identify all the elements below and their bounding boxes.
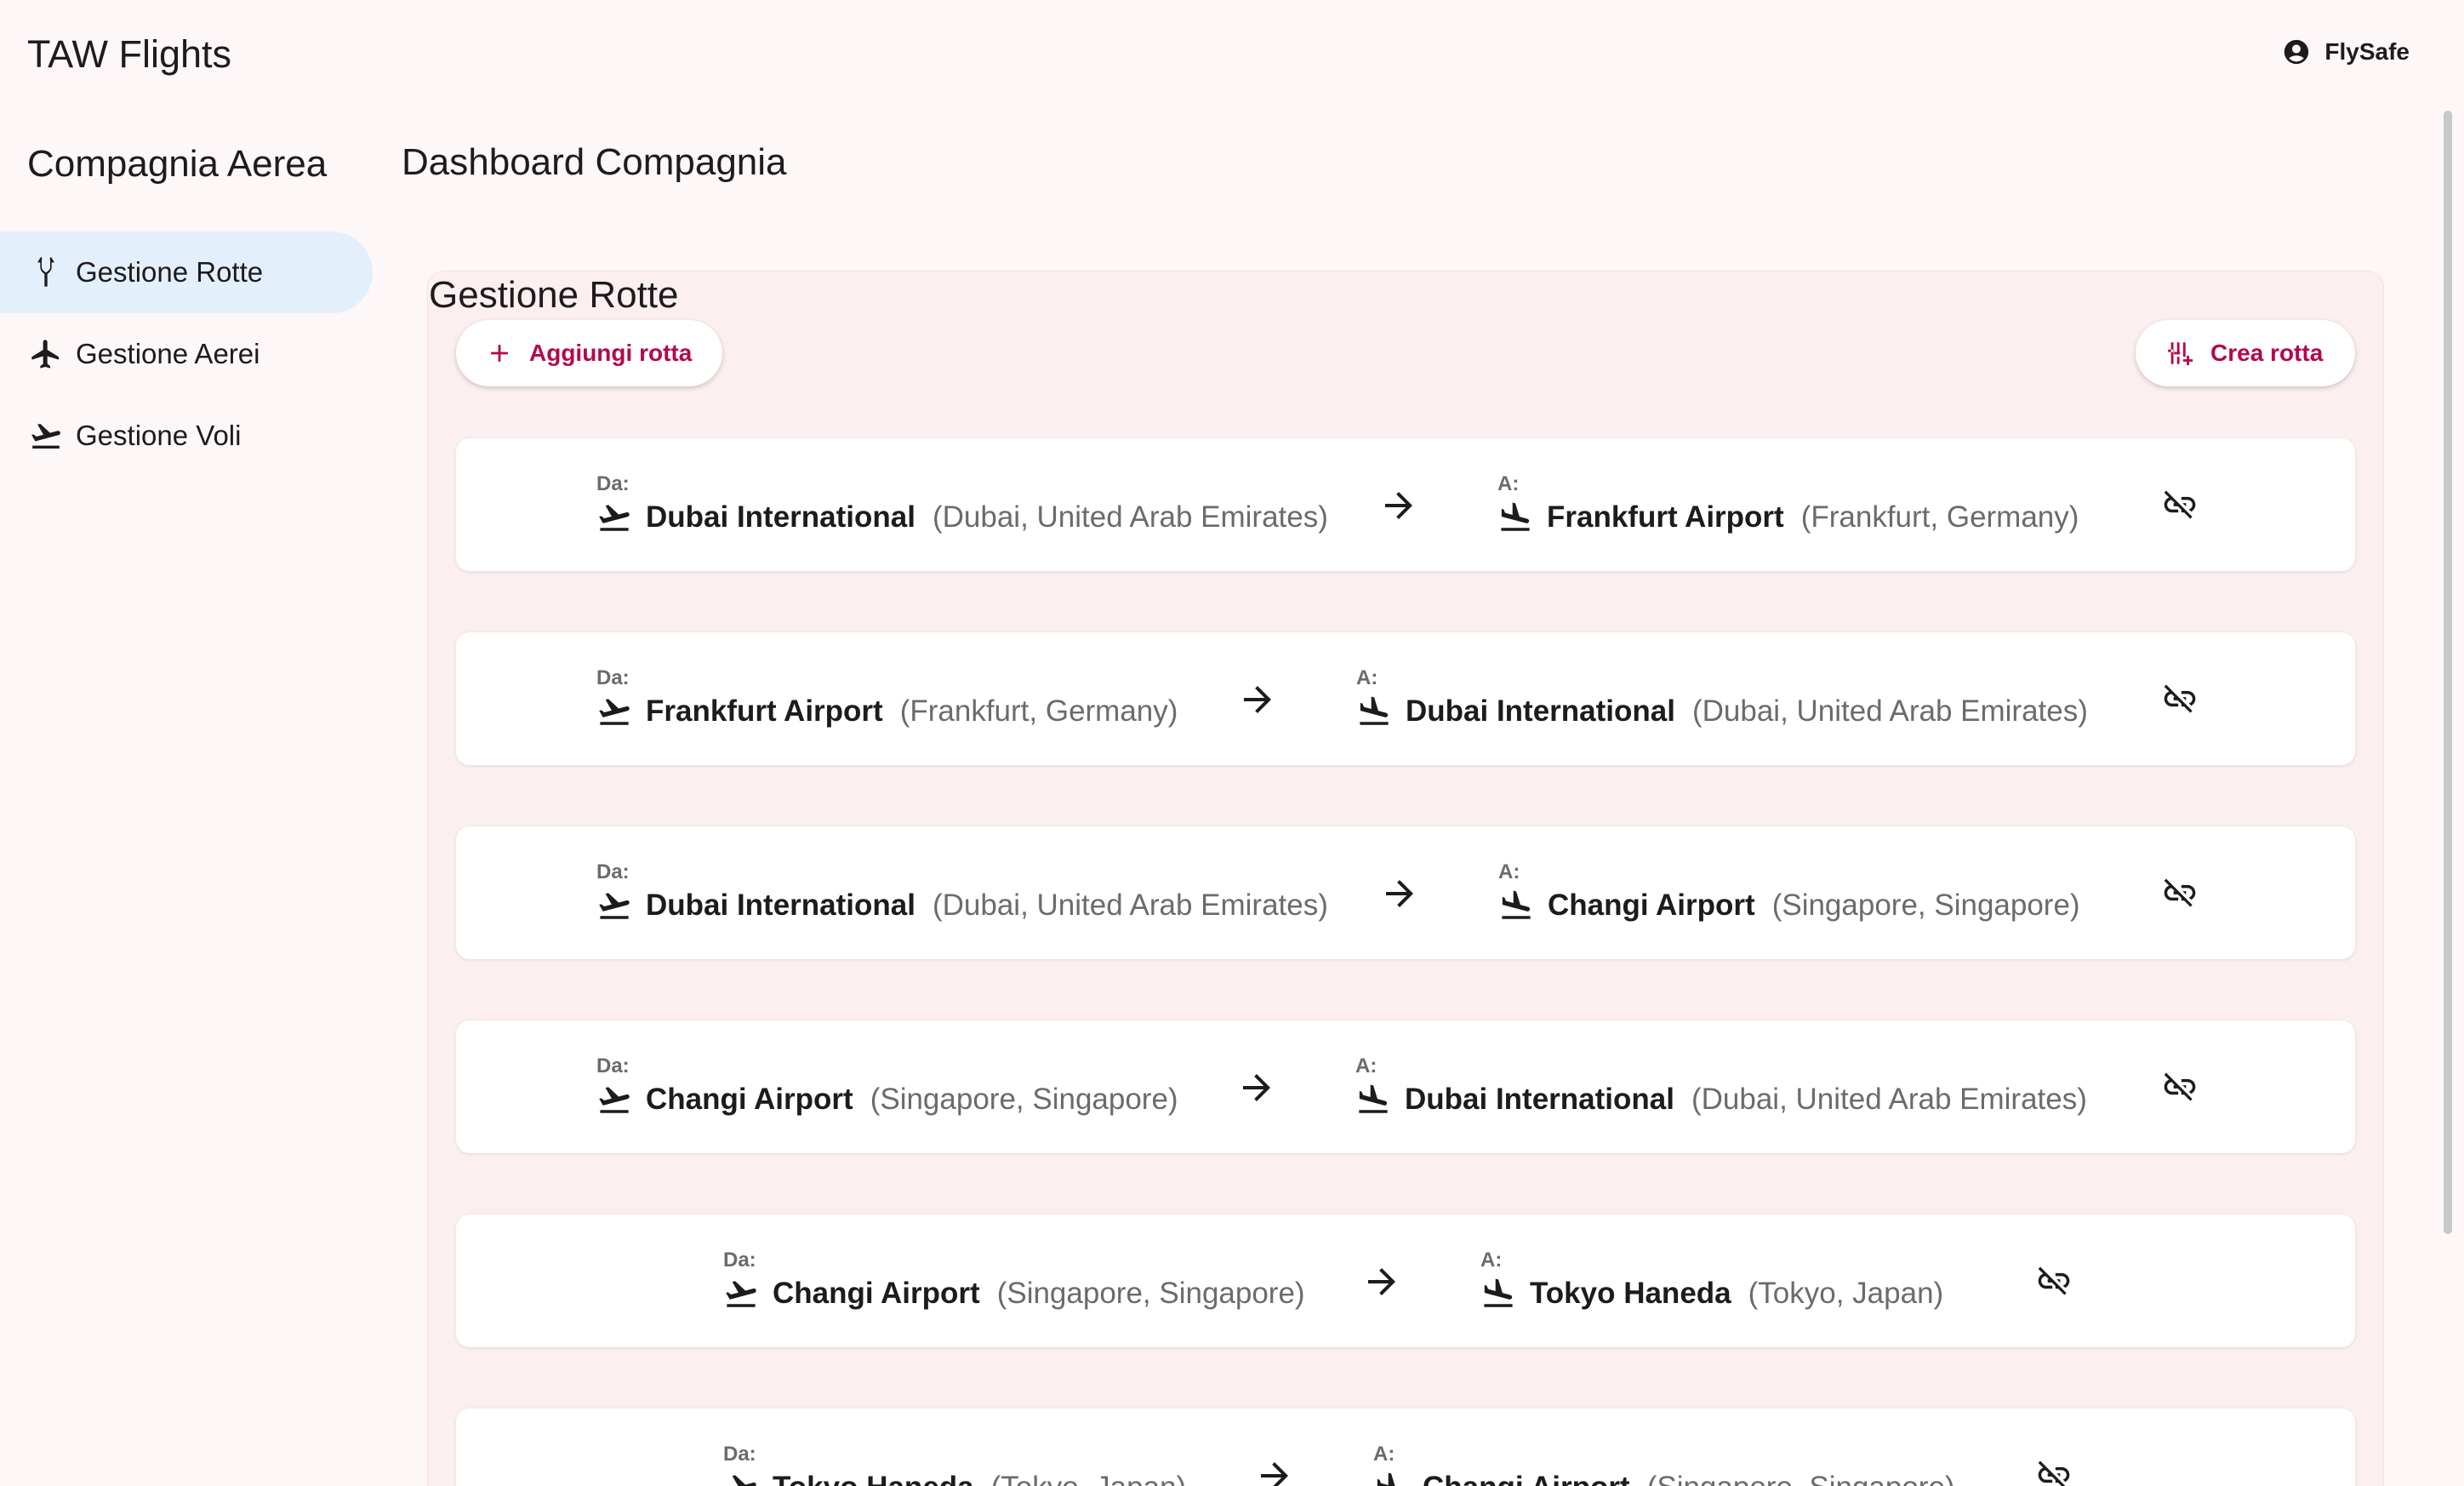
arrow-right-icon	[1368, 1268, 1395, 1295]
link-off-icon[interactable]	[2161, 680, 2199, 717]
flight-takeoff-icon	[599, 1087, 630, 1113]
arrow-right-icon	[1261, 1462, 1288, 1486]
flight-takeoff-icon	[732, 1475, 756, 1486]
to-airport-location: (Singapore, Singapore)	[1771, 889, 2080, 922]
app-title: TAW Flights	[27, 32, 232, 76]
link-off-icon[interactable]	[2035, 1262, 2073, 1300]
arrow-right-icon	[1243, 1074, 1270, 1101]
add-route-label: Aggiungi rotta	[529, 340, 693, 366]
to-airport-name: Changi Airport	[1548, 889, 1755, 922]
route-card: Da: Dubai International (Dubai, United A…	[456, 438, 2355, 571]
flight-land-icon	[1359, 1084, 1388, 1113]
sidebar-item-label: Gestione Rotte	[76, 256, 264, 288]
add-route-button[interactable]: Aggiungi rotta	[456, 320, 722, 386]
flight-takeoff-icon	[599, 505, 630, 531]
to-label: A:	[1373, 1443, 1395, 1466]
to-airport-location: (Dubai, United Arab Emirates)	[1691, 694, 2088, 728]
to-airport-name: Changi Airport	[1423, 1471, 1630, 1486]
from-label: Da:	[596, 1054, 630, 1077]
arrow-right-icon	[1244, 686, 1271, 713]
sidebar-item-label: Gestione Voli	[76, 420, 242, 451]
flight-land-icon	[1484, 1278, 1513, 1307]
to-airport-name: Dubai International	[1405, 1083, 1674, 1116]
create-route-button[interactable]: Crea rotta	[2136, 320, 2355, 386]
route-card: Da: Changi Airport (Singapore, Singapore…	[456, 1020, 2355, 1153]
to-label: A:	[1480, 1249, 1503, 1272]
to-airport-name: Tokyo Haneda	[1530, 1277, 1731, 1310]
from-label: Da:	[596, 860, 630, 883]
link-off-icon[interactable]	[2161, 486, 2199, 523]
from-airport-location: (Dubai, United Arab Emirates)	[932, 500, 1328, 534]
to-label: A:	[1355, 1054, 1377, 1077]
route-card: Da: Tokyo Haneda (Tokyo, Japan) A: Chang…	[456, 1409, 2355, 1486]
from-airport-name: Changi Airport	[773, 1277, 980, 1310]
plus-icon	[491, 345, 508, 362]
arrow-right-icon	[1386, 880, 1413, 907]
create-route-label: Crea rotta	[2210, 340, 2324, 366]
user-name: FlySafe	[2324, 38, 2410, 65]
page-title: Dashboard Compagnia	[402, 141, 787, 183]
flight-land-icon	[1501, 502, 1530, 531]
sidebar-item-gestione-voli[interactable]: Gestione Voli	[0, 395, 373, 477]
link-off-icon[interactable]	[2161, 874, 2199, 912]
top-bar: TAW Flights FlySafe	[0, 0, 2464, 107]
app-root: TAW Flights FlySafe Compagnia Aerea Gest…	[0, 0, 2464, 1486]
user-menu[interactable]: FlySafe	[2282, 37, 2410, 66]
from-airport-name: Dubai International	[646, 889, 915, 922]
link-off-icon[interactable]	[2161, 1068, 2199, 1106]
flight-land-icon	[1360, 696, 1389, 725]
sidebar-item-label: Gestione Aerei	[76, 338, 260, 369]
flight-takeoff-icon	[599, 699, 630, 725]
airplane-icon	[31, 340, 59, 369]
from-airport-name: Dubai International	[646, 500, 915, 534]
link-off-icon[interactable]	[2035, 1456, 2073, 1486]
to-airport-location: (Frankfurt, Germany)	[1800, 500, 2079, 534]
to-airport-location: (Tokyo, Japan)	[1748, 1277, 1944, 1310]
flight-land-icon	[1377, 1472, 1395, 1486]
to-label: A:	[1498, 860, 1520, 883]
from-airport-location: (Frankfurt, Germany)	[899, 694, 1178, 728]
route-card: Da: Frankfurt Airport (Frankfurt, German…	[456, 632, 2355, 765]
from-label: Da:	[596, 472, 630, 495]
from-airport-name: Changi Airport	[646, 1083, 853, 1116]
to-label: A:	[1356, 666, 1378, 689]
sidebar-item-gestione-aerei[interactable]: Gestione Aerei	[0, 313, 373, 395]
account-circle-icon	[2284, 39, 2309, 65]
from-label: Da:	[723, 1249, 756, 1272]
scrollbar-thumb[interactable]	[2444, 111, 2452, 1234]
to-airport-location: (Singapore, Singapore)	[1647, 1471, 1955, 1486]
to-airport-name: Dubai International	[1406, 694, 1675, 728]
from-airport-name: Frankfurt Airport	[646, 694, 883, 728]
to-label: A:	[1497, 472, 1520, 495]
flight-takeoff-icon	[599, 893, 630, 919]
from-airport-name: Tokyo Haneda	[773, 1471, 974, 1486]
from-airport-location: (Dubai, United Arab Emirates)	[932, 889, 1328, 922]
flight-takeoff-icon	[31, 423, 60, 449]
sidebar: Compagnia Aerea Gestione Rotte Gestione …	[0, 136, 383, 1486]
arrow-right-icon	[1385, 492, 1412, 519]
route-card: Da: Dubai International (Dubai, United A…	[456, 826, 2355, 959]
from-label: Da:	[723, 1443, 756, 1466]
flight-land-icon	[1502, 890, 1531, 919]
panel-title: Gestione Rotte	[429, 274, 679, 316]
tune-add-icon	[2168, 342, 2193, 366]
route-card: Da: Changi Airport (Singapore, Singapore…	[456, 1215, 2355, 1347]
sidebar-title: Compagnia Aerea	[27, 143, 328, 185]
from-airport-location: (Tokyo, Japan)	[991, 1471, 1187, 1486]
fork-route-icon	[37, 256, 54, 287]
to-airport-name: Frankfurt Airport	[1547, 500, 1784, 534]
from-airport-location: (Singapore, Singapore)	[870, 1083, 1178, 1116]
sidebar-item-gestione-rotte[interactable]: Gestione Rotte	[0, 231, 373, 313]
flight-takeoff-icon	[726, 1281, 756, 1307]
to-airport-location: (Dubai, United Arab Emirates)	[1691, 1083, 2087, 1116]
from-airport-location: (Singapore, Singapore)	[996, 1277, 1305, 1310]
from-label: Da:	[596, 666, 630, 689]
